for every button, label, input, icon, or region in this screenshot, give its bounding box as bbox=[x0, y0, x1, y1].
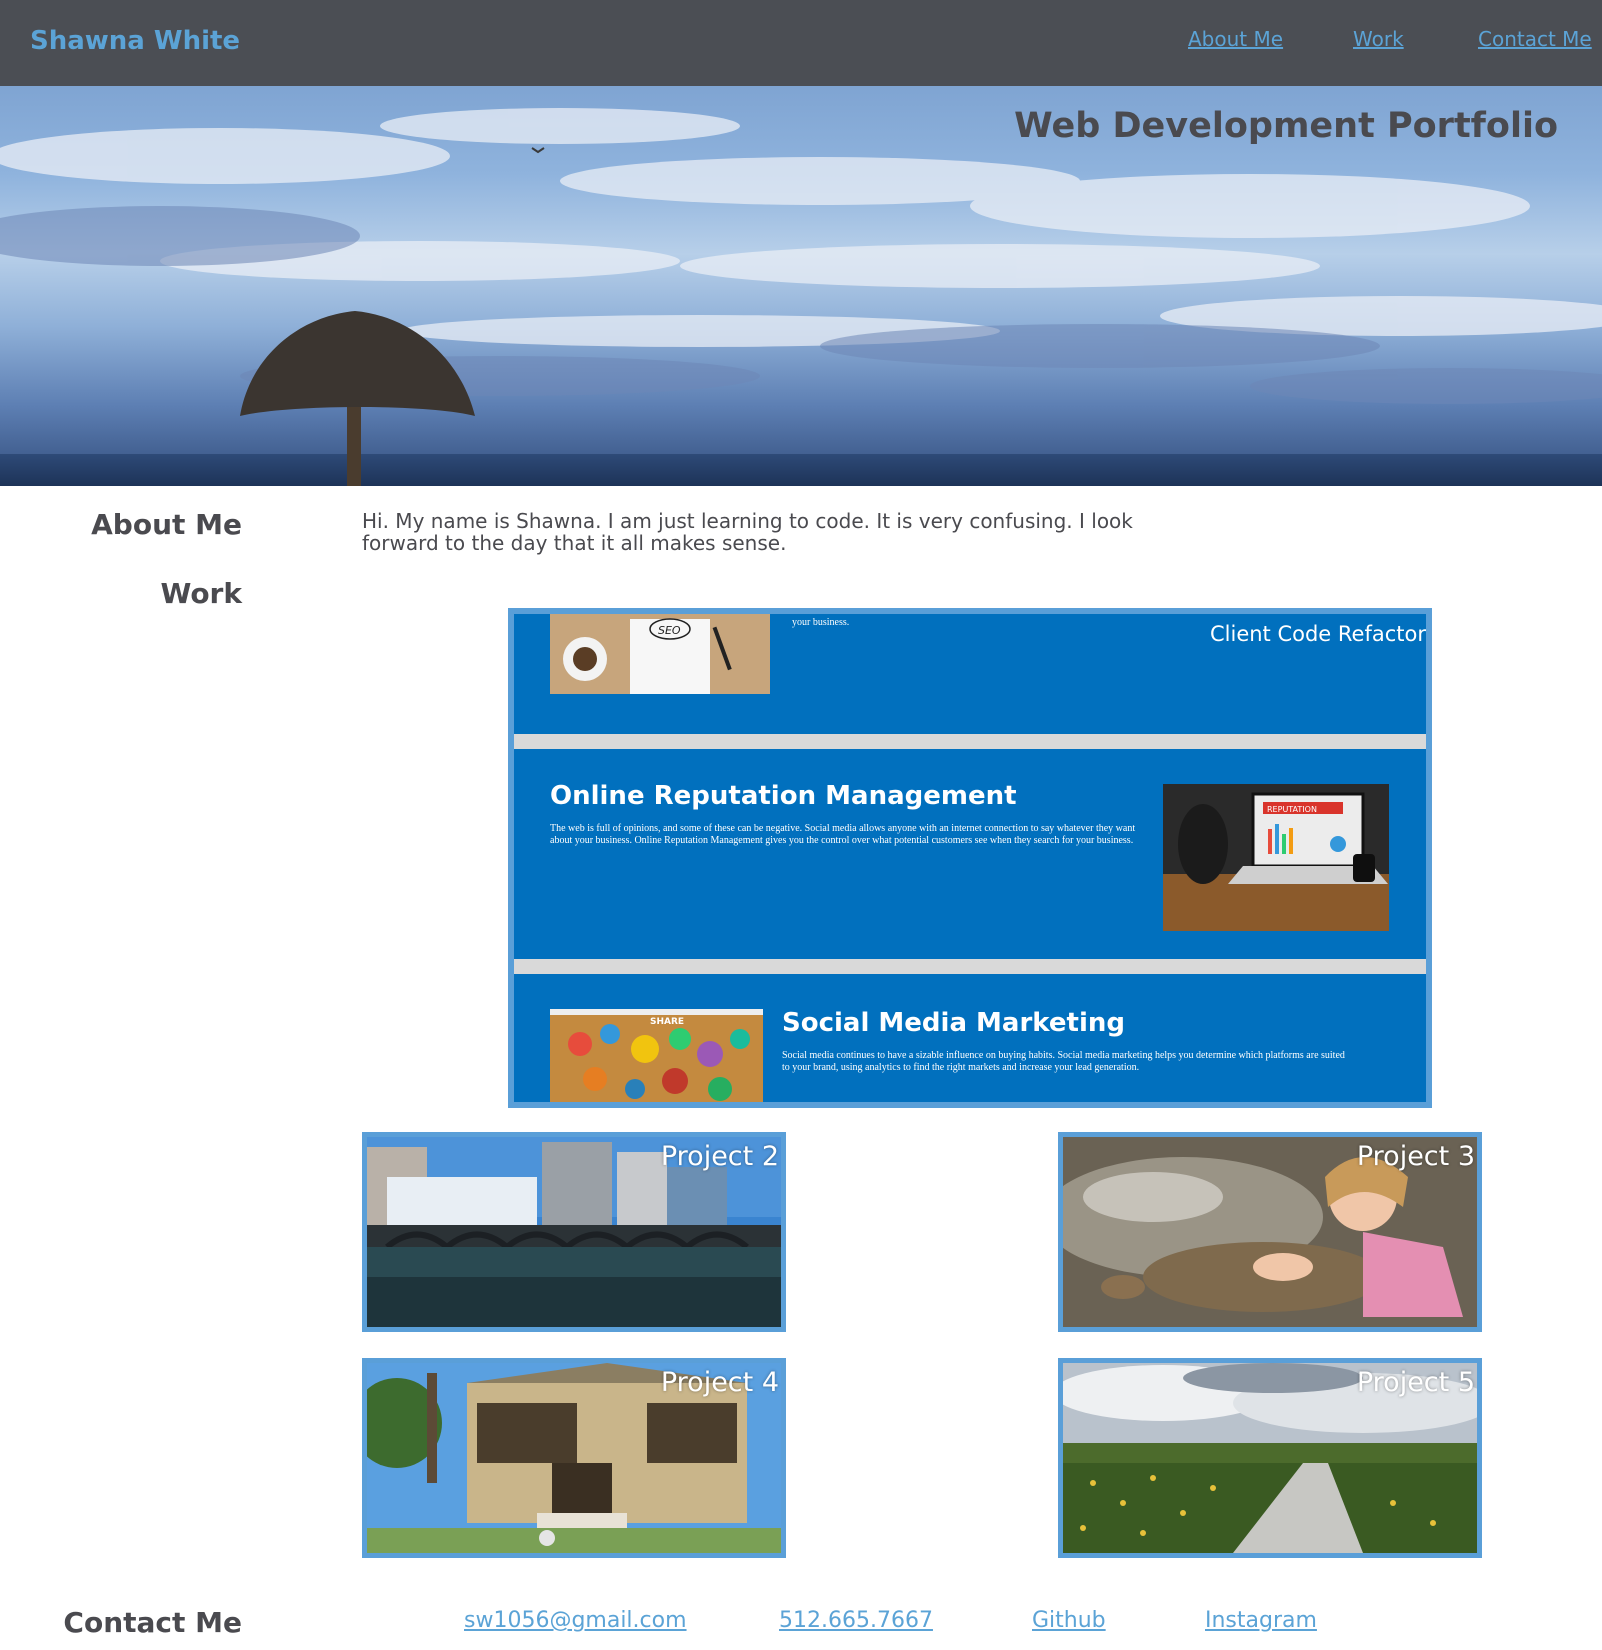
panel-social-media: SHARE Social Media Marketing Social medi… bbox=[514, 974, 1426, 1102]
contact-instagram-link[interactable]: Instagram bbox=[1205, 1608, 1317, 1633]
project-2-tile[interactable]: Project 2 bbox=[362, 1132, 786, 1332]
reputation-image: REPUTATION bbox=[1163, 784, 1389, 931]
hero-banner: Web Development Portfolio bbox=[0, 86, 1602, 486]
social-media-image: SHARE bbox=[550, 1009, 763, 1102]
panel-reputation-title: Online Reputation Management bbox=[550, 781, 1017, 811]
svg-text:SEO: SEO bbox=[658, 624, 681, 637]
panel-social-title: Social Media Marketing bbox=[782, 1008, 1125, 1038]
panel-seo: SEO your business. Client Code Refactor bbox=[514, 614, 1426, 734]
nav-link-contact[interactable]: Contact Me bbox=[1478, 27, 1592, 51]
project-2-label: Project 2 bbox=[660, 1141, 779, 1172]
contact-github-link[interactable]: Github bbox=[1032, 1608, 1106, 1633]
panel-seo-text: your business. bbox=[792, 617, 850, 628]
nav-link-about[interactable]: About Me bbox=[1188, 27, 1283, 51]
project-5-tile[interactable]: Project 5 bbox=[1058, 1358, 1482, 1558]
work-heading: Work bbox=[160, 577, 242, 610]
project-4-tile[interactable]: Project 4 bbox=[362, 1358, 786, 1558]
svg-text:SHARE: SHARE bbox=[650, 1017, 684, 1027]
project-3-tile[interactable]: Project 3 bbox=[1058, 1132, 1482, 1332]
hero-title: Web Development Portfolio bbox=[1014, 106, 1558, 146]
contact-email-link[interactable]: sw1056@gmail.com bbox=[464, 1608, 687, 1633]
panel-reputation: Online Reputation Management The web is … bbox=[514, 749, 1426, 959]
nav-link-work[interactable]: Work bbox=[1353, 27, 1404, 51]
panel-reputation-text: The web is full of opinions, and some of… bbox=[550, 823, 1136, 846]
contact-heading: Contact Me bbox=[63, 1606, 242, 1639]
seo-image: SEO bbox=[550, 614, 770, 694]
about-text: Hi. My name is Shawna. I am just learnin… bbox=[362, 509, 1133, 555]
featured-project-client-code-refactor[interactable]: SEO your business. Client Code Refactor … bbox=[508, 608, 1432, 1108]
project-4-label: Project 4 bbox=[660, 1367, 779, 1398]
contact-phone-link[interactable]: 512.665.7667 bbox=[779, 1608, 933, 1633]
top-navigation-bar: Shawna White About Me Work Contact Me bbox=[0, 0, 1602, 86]
hero-beach-image bbox=[0, 108, 1602, 486]
about-heading: About Me bbox=[91, 508, 242, 541]
project-5-label: Project 5 bbox=[1356, 1367, 1475, 1398]
featured-project-label: Client Code Refactor bbox=[1210, 622, 1426, 646]
svg-text:REPUTATION: REPUTATION bbox=[1267, 805, 1317, 814]
site-brand[interactable]: Shawna White bbox=[30, 26, 240, 56]
project-3-label: Project 3 bbox=[1356, 1141, 1475, 1172]
panel-social-text: Social media continues to have a sizable… bbox=[782, 1050, 1345, 1073]
